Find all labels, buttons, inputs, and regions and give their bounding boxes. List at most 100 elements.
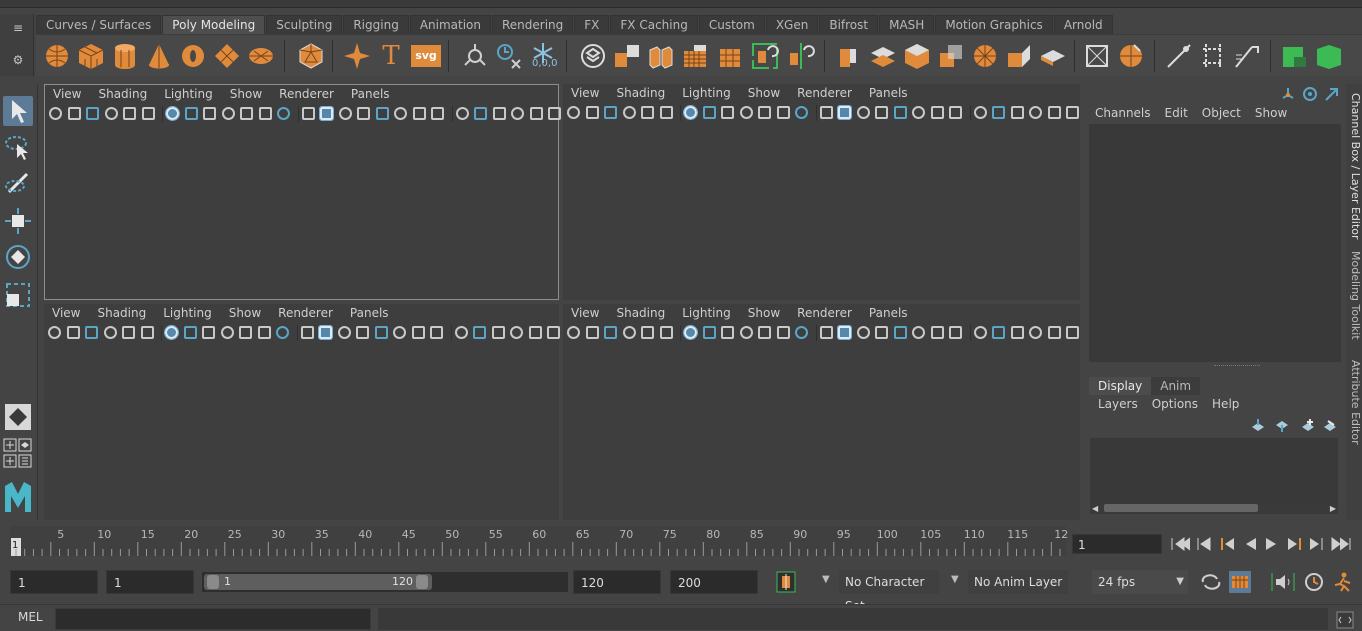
playback-end-field[interactable]: 120 bbox=[573, 570, 661, 594]
help-menu[interactable]: Help bbox=[1212, 397, 1239, 411]
poly-combine-icon[interactable] bbox=[612, 41, 642, 71]
safe-title-icon[interactable] bbox=[276, 326, 289, 339]
wireframe-icon[interactable] bbox=[819, 326, 833, 339]
move-layer-down-icon[interactable] bbox=[1276, 421, 1288, 432]
tab-custom[interactable]: Custom bbox=[698, 15, 765, 34]
animation-start-field[interactable]: 1 bbox=[10, 570, 98, 594]
smooth-shade-icon[interactable] bbox=[319, 106, 334, 121]
screen-space-ao-icon[interactable] bbox=[930, 326, 944, 339]
field-chart-icon[interactable] bbox=[758, 106, 771, 119]
xray-icon[interactable] bbox=[510, 326, 523, 339]
fps-dropdown[interactable]: 24 fps ▼ bbox=[1092, 570, 1188, 594]
sound-icon[interactable] bbox=[1270, 571, 1296, 593]
viewport-menu-lighting[interactable]: Lighting bbox=[164, 87, 213, 103]
safe-action-icon[interactable] bbox=[258, 107, 272, 120]
isolate-select-icon[interactable] bbox=[1010, 326, 1024, 339]
use-all-lights-icon[interactable] bbox=[374, 326, 388, 339]
four-view-layout-icon[interactable] bbox=[3, 438, 33, 454]
range-end-handle[interactable] bbox=[416, 575, 428, 589]
isolate-select-icon[interactable] bbox=[492, 107, 506, 120]
poly-cylinder-icon[interactable] bbox=[110, 41, 140, 71]
mel-python-toggle[interactable]: MEL bbox=[18, 610, 43, 624]
play-backward-icon[interactable] bbox=[1246, 538, 1256, 550]
viewport-menu-shading[interactable]: Shading bbox=[616, 86, 665, 102]
viewport-menu-panels[interactable]: Panels bbox=[351, 87, 390, 103]
animation-end-field[interactable]: 200 bbox=[670, 570, 758, 594]
grid-icon[interactable] bbox=[683, 105, 698, 120]
grease-pencil-icon[interactable] bbox=[641, 326, 654, 339]
motion-blur-icon[interactable] bbox=[949, 326, 962, 339]
viewport-top-right[interactable]: View Shading Lighting Show Renderer Pane… bbox=[563, 84, 1080, 300]
channel-box-area[interactable] bbox=[1089, 124, 1341, 362]
poly-plane-icon[interactable] bbox=[212, 41, 242, 71]
scroll-left-icon[interactable]: ◀ bbox=[1092, 504, 1098, 513]
isolate-select-icon[interactable] bbox=[491, 326, 505, 339]
viewport-menu-view[interactable]: View bbox=[52, 306, 80, 322]
new-layer-selected-icon[interactable] bbox=[1324, 420, 1336, 431]
viewport-menu-shading[interactable]: Shading bbox=[98, 87, 147, 103]
step-back-key-icon[interactable] bbox=[1197, 537, 1211, 551]
uv-editor-icon[interactable] bbox=[1280, 41, 1310, 71]
poly-cone-icon[interactable] bbox=[144, 41, 174, 71]
2d-pan-zoom-icon[interactable] bbox=[141, 107, 155, 120]
safe-title-icon[interactable] bbox=[277, 107, 290, 120]
tab-attribute-editor[interactable]: Attribute Editor bbox=[1346, 360, 1362, 445]
cache-playback-icon[interactable] bbox=[1228, 570, 1252, 594]
grease-pencil-icon[interactable] bbox=[122, 326, 135, 339]
grease-pencil-icon[interactable] bbox=[641, 106, 654, 119]
range-slider-bar[interactable]: 1 120 bbox=[202, 572, 568, 592]
shadows-icon[interactable] bbox=[912, 326, 925, 339]
viewport-menu-renderer[interactable]: Renderer bbox=[797, 306, 852, 322]
scroll-right-icon[interactable]: ▶ bbox=[1330, 504, 1336, 513]
move-axis-icon[interactable] bbox=[1282, 88, 1294, 99]
viewport-menu-shading[interactable]: Shading bbox=[97, 306, 146, 322]
poke-face-icon[interactable] bbox=[1038, 41, 1068, 71]
grid-icon[interactable] bbox=[164, 325, 179, 340]
image-plane-icon[interactable] bbox=[622, 326, 636, 339]
gate-mask-icon[interactable] bbox=[739, 326, 753, 339]
image-plane-icon[interactable] bbox=[104, 107, 118, 120]
channels-menu[interactable]: Channels bbox=[1095, 106, 1151, 120]
bookmarks-icon[interactable] bbox=[604, 106, 617, 119]
tab-fx-caching[interactable]: FX Caching bbox=[610, 15, 698, 34]
command-input[interactable] bbox=[55, 608, 371, 630]
motion-blur-icon[interactable] bbox=[430, 326, 443, 339]
tab-anim[interactable]: Anim bbox=[1151, 377, 1201, 395]
depth-of-field-icon[interactable] bbox=[992, 106, 1005, 119]
smooth-shade-icon[interactable] bbox=[837, 105, 852, 120]
mirror-geometry-icon[interactable] bbox=[786, 41, 816, 71]
resolution-gate-icon[interactable] bbox=[202, 326, 215, 339]
xray-icon[interactable] bbox=[1029, 326, 1042, 339]
grid-icon[interactable] bbox=[165, 106, 180, 121]
layer-list[interactable] bbox=[1090, 438, 1338, 502]
shadows-icon[interactable] bbox=[912, 106, 925, 119]
smooth-icon[interactable] bbox=[680, 41, 710, 71]
wireframe-icon[interactable] bbox=[301, 107, 315, 120]
viewport-menu-renderer[interactable]: Renderer bbox=[279, 87, 334, 103]
center-pivot-icon[interactable] bbox=[578, 41, 608, 71]
viewport-menu-show[interactable]: Show bbox=[748, 306, 780, 322]
paint-select-tool-icon[interactable] bbox=[3, 168, 33, 198]
default-material-icon[interactable] bbox=[337, 326, 351, 339]
backface-culling-icon[interactable] bbox=[1066, 106, 1079, 119]
script-editor-icon[interactable] bbox=[1336, 611, 1354, 629]
anim-layer-dropdown[interactable]: No Anim Layer bbox=[968, 570, 1068, 594]
mirror-icon[interactable] bbox=[750, 41, 780, 71]
viewport-menu-view[interactable]: View bbox=[571, 86, 599, 102]
multisample-aa-icon[interactable] bbox=[455, 107, 469, 120]
gate-mask-icon[interactable] bbox=[221, 107, 235, 120]
insert-edge-loop-icon[interactable] bbox=[1198, 41, 1228, 71]
single-view-layout-icon[interactable] bbox=[3, 402, 33, 432]
cut-faces-icon[interactable] bbox=[1116, 41, 1146, 71]
tab-rigging[interactable]: Rigging bbox=[343, 15, 409, 34]
bookmarks-icon[interactable] bbox=[85, 326, 98, 339]
viewport-menu-show[interactable]: Show bbox=[230, 87, 262, 103]
isolate-select-icon[interactable] bbox=[1010, 106, 1024, 119]
camera-select-icon[interactable] bbox=[567, 326, 580, 339]
poly-torus-icon[interactable] bbox=[178, 41, 208, 71]
film-gate-icon[interactable] bbox=[184, 107, 198, 120]
xray-joints-icon[interactable] bbox=[1047, 326, 1061, 339]
go-to-start-icon[interactable] bbox=[1171, 537, 1191, 551]
fill-hole-icon[interactable] bbox=[970, 41, 1000, 71]
bookmarks-icon[interactable] bbox=[604, 326, 617, 339]
